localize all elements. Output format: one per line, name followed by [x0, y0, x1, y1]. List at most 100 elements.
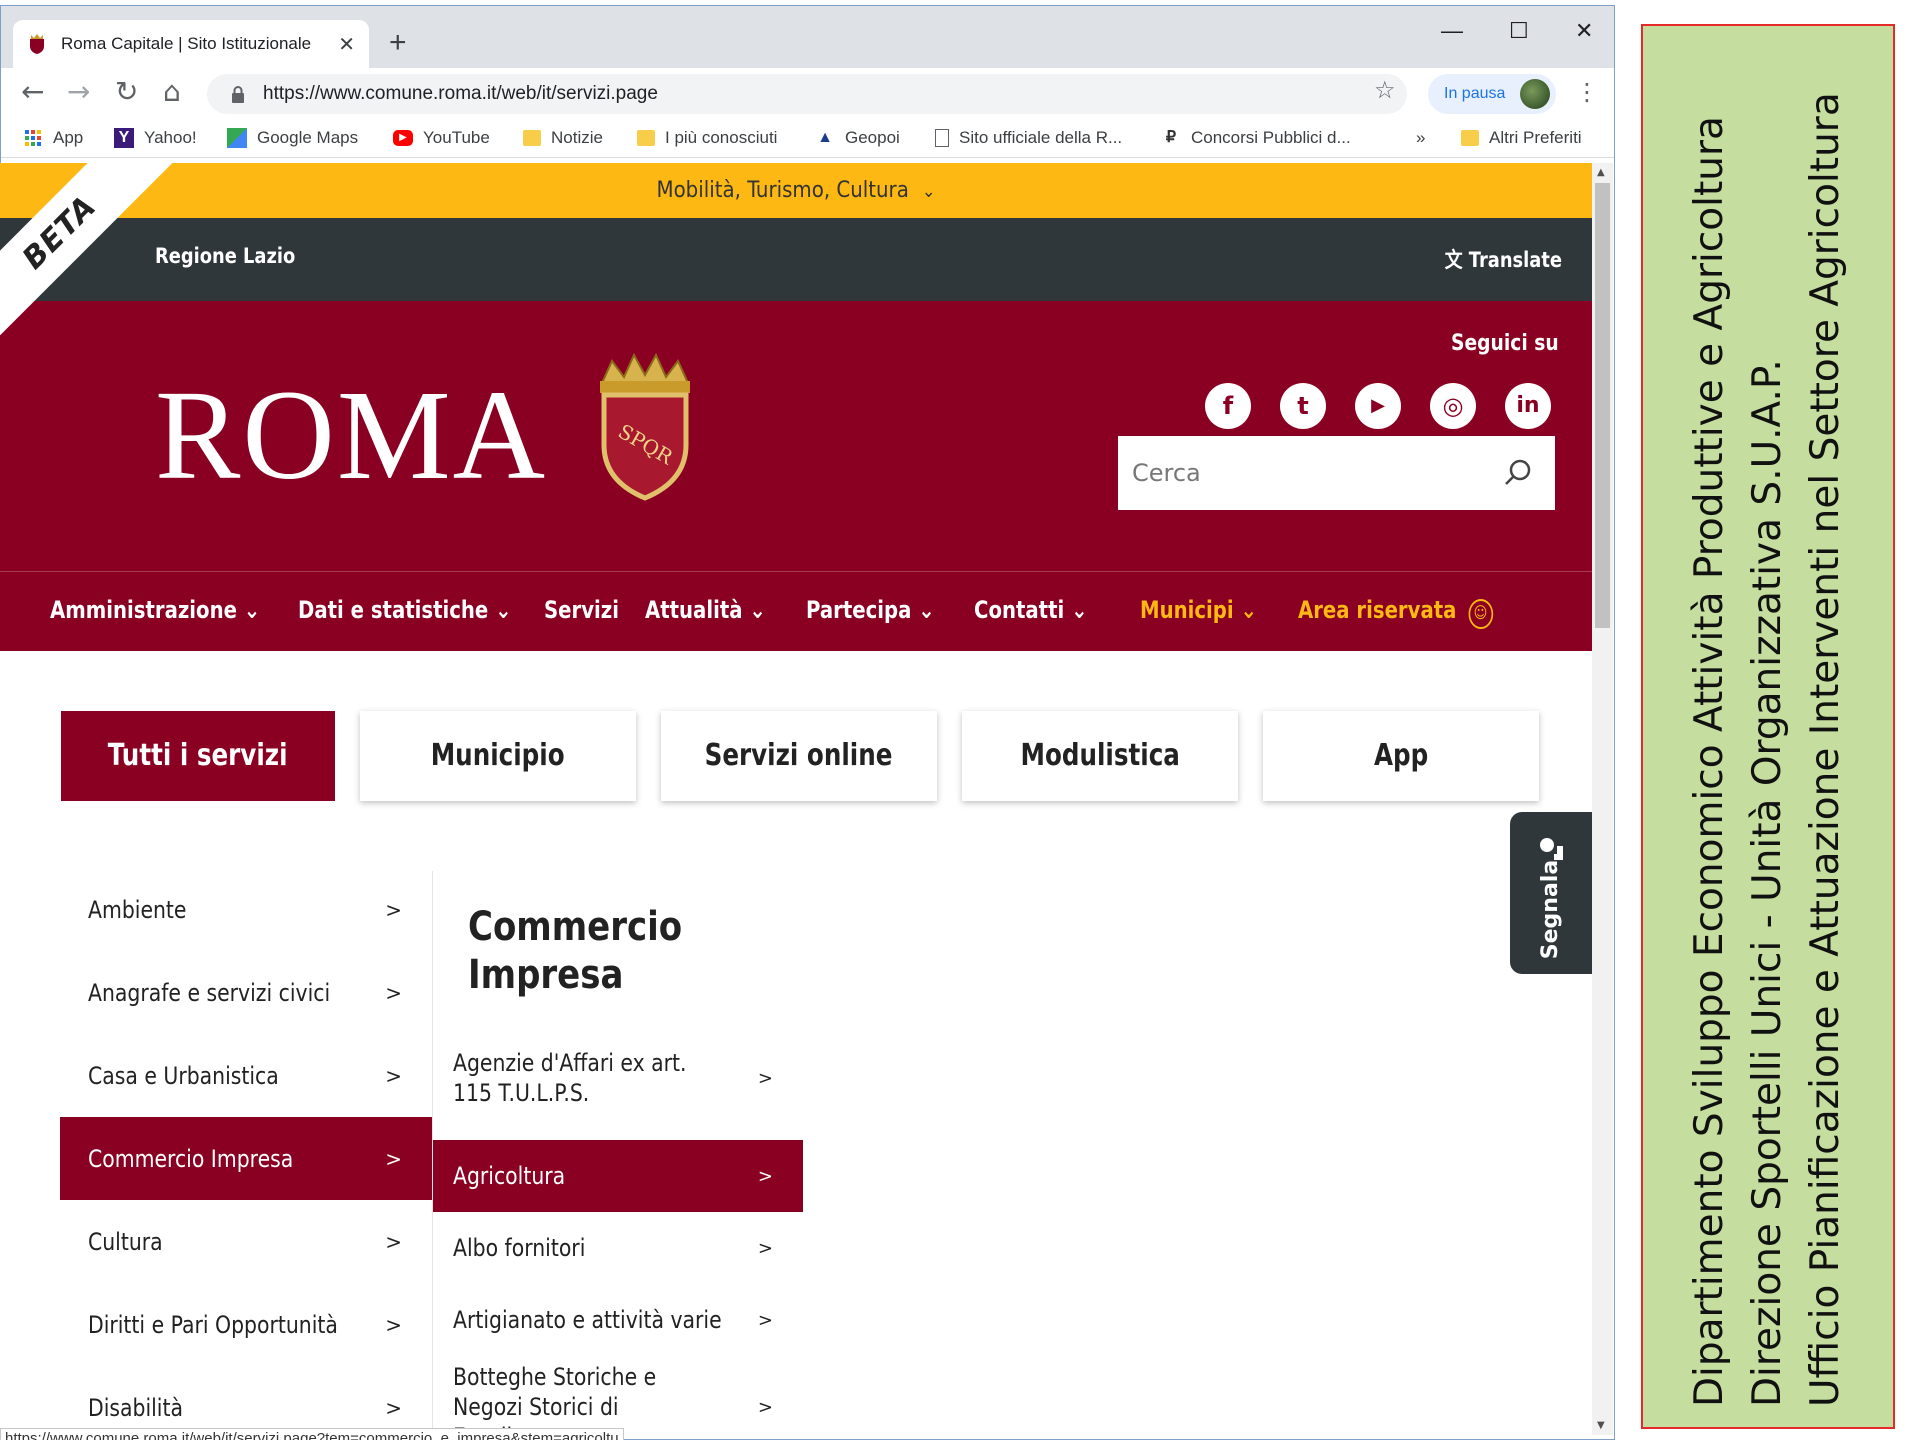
tab-servizi-online[interactable]: Servizi online [661, 711, 937, 801]
category-ambiente[interactable]: Ambiente > [60, 868, 432, 951]
address-bar[interactable]: https://www.comune.roma.it/web/it/serviz… [207, 74, 1407, 114]
chevron-right-icon: > [757, 1237, 773, 1259]
nav-label: Amministrazione [50, 596, 237, 624]
nav-label: Contatti [974, 596, 1065, 624]
follow-label: Seguici su [1451, 331, 1559, 356]
chevron-right-icon: > [757, 1067, 773, 1089]
bookmarks-overflow-button[interactable]: » [1416, 128, 1425, 148]
utility-bar[interactable]: Mobilità, Turismo, Cultura ⌄ [0, 163, 1592, 218]
nav-dati-statistiche[interactable]: Dati e statistiche ⌄ [298, 596, 512, 624]
folder-icon [1461, 130, 1479, 146]
nav-label: Partecipa [806, 596, 912, 624]
page-viewport: BETA Mobilità, Turismo, Cultura ⌄ Region… [0, 163, 1592, 1435]
subcategory-agricoltura[interactable]: Agricoltura > [433, 1140, 803, 1212]
regione-lazio-link[interactable]: Regione Lazio [155, 244, 295, 268]
tab-tutti-servizi[interactable]: Tutti i servizi [61, 711, 335, 801]
bookmark-geopoi[interactable]: ▲ Geopoi [815, 128, 900, 148]
profile-button[interactable]: In pausa [1428, 74, 1556, 114]
category-commercio-impresa[interactable]: Commercio Impresa > [60, 1117, 432, 1200]
user-circle-icon: ☺ [1468, 599, 1493, 629]
search-icon[interactable] [1503, 458, 1533, 488]
concorsi-icon: ₽ [1165, 129, 1177, 146]
nav-partecipa[interactable]: Partecipa ⌄ [806, 596, 935, 624]
browser-tab[interactable]: Roma Capitale | Sito Istituzionale ✕ [13, 20, 369, 68]
subcategory-artigianato[interactable]: Artigianato e attività varie > [433, 1284, 803, 1356]
folder-icon [637, 130, 655, 146]
category-anagrafe[interactable]: Anagrafe e servizi civici > [60, 951, 432, 1034]
bookmark-altri-preferiti[interactable]: Altri Preferiti [1461, 128, 1582, 148]
nav-municipi[interactable]: Municipi ⌄ [1140, 596, 1257, 624]
nav-servizi[interactable]: Servizi [544, 596, 619, 624]
nav-label: Area riservata [1298, 596, 1457, 624]
scroll-up-icon[interactable]: ▲ [1597, 167, 1605, 178]
status-bar-url: https://www.comune.roma.it/web/it/serviz… [0, 1428, 624, 1440]
back-button[interactable]: ← [21, 76, 44, 108]
scroll-thumb[interactable] [1595, 183, 1610, 628]
scroll-down-icon[interactable]: ▼ [1597, 1420, 1605, 1431]
nav-label: Dati e statistiche [298, 596, 489, 624]
translate-label: Translate [1468, 248, 1562, 272]
category-label: Anagrafe e servizi civici [88, 978, 331, 1007]
linkedin-icon[interactable]: in [1505, 383, 1551, 429]
tab-municipio[interactable]: Municipio [360, 711, 636, 801]
category-cultura[interactable]: Cultura > [60, 1200, 432, 1283]
category-disabilita[interactable]: Disabilità > [60, 1366, 432, 1435]
category-casa-urbanistica[interactable]: Casa e Urbanistica > [60, 1034, 432, 1117]
chevron-right-icon: > [385, 1229, 402, 1254]
bookmark-label: Sito ufficiale della R... [959, 128, 1123, 147]
category-diritti[interactable]: Diritti e Pari Opportunità > [60, 1283, 432, 1366]
annotation-text: Dipartimento Sviluppo Economico Attività… [1681, 47, 1855, 1407]
nav-attualita[interactable]: Attualità ⌄ [645, 596, 766, 624]
tab-label: App [1373, 738, 1429, 773]
tab-app[interactable]: App [1263, 711, 1539, 801]
bookmark-piu-conosciuti[interactable]: I più conosciuti [637, 128, 777, 148]
lock-icon [232, 85, 244, 103]
browser-menu-icon[interactable]: ⋮ [1575, 78, 1599, 106]
youtube-icon[interactable]: ▶ [1355, 383, 1401, 429]
bookmark-label: Altri Preferiti [1489, 128, 1582, 147]
search-input[interactable] [1132, 459, 1492, 487]
reload-button[interactable]: ↻ [115, 76, 138, 108]
twitter-icon[interactable]: t [1280, 383, 1326, 429]
minimize-button[interactable]: — [1441, 18, 1463, 44]
bookmark-label: Yahoo! [144, 128, 197, 147]
bookmark-app[interactable]: App [23, 128, 83, 148]
profile-status: In pausa [1444, 85, 1506, 102]
new-tab-button[interactable]: + [389, 28, 407, 58]
bookmark-youtube[interactable]: ▶ YouTube [393, 128, 490, 148]
bookmark-star-icon[interactable]: ☆ [1374, 76, 1396, 104]
nav-amministrazione[interactable]: Amministrazione ⌄ [50, 596, 260, 624]
category-label: Casa e Urbanistica [88, 1061, 279, 1090]
close-window-button[interactable]: ✕ [1575, 18, 1593, 44]
bookmark-sito-ufficiale[interactable]: Sito ufficiale della R... [935, 128, 1122, 148]
tab-close-icon[interactable]: ✕ [338, 32, 355, 56]
category-label: Disabilità [88, 1393, 183, 1422]
annotation-line-direzione: Direzione Sportelli Unici - Unità Organi… [1745, 358, 1790, 1407]
nav-area-riservata[interactable]: Area riservata ☺ [1298, 596, 1493, 629]
chevron-down-icon: ⌄ [495, 596, 512, 624]
subcategory-botteghe-storiche[interactable]: Botteghe Storiche e Negozi Storici di Ec… [433, 1361, 803, 1435]
subcategory-agenzie-affari[interactable]: Agenzie d'Affari ex art. 115 T.U.L.P.S. > [433, 1033, 803, 1123]
chevron-down-icon: ⌄ [1240, 596, 1257, 624]
segnala-button[interactable]: Segnala [1510, 812, 1592, 974]
facebook-icon[interactable]: f [1205, 383, 1251, 429]
maximize-button[interactable]: ☐ [1509, 18, 1529, 44]
bookmark-concorsi[interactable]: ₽ Concorsi Pubblici d... [1161, 128, 1351, 148]
nav-contatti[interactable]: Contatti ⌄ [974, 596, 1088, 624]
site-logo-text[interactable]: ROMA [155, 371, 547, 499]
site-header: ROMA SPQR Seguici su f t ▶ ◎ in [0, 301, 1592, 571]
subcategory-label: Albo fornitori [453, 1234, 586, 1262]
bookmark-yahoo[interactable]: Y Yahoo! [114, 128, 197, 148]
bookmark-google-maps[interactable]: Google Maps [227, 128, 358, 148]
translate-button[interactable]: 文 Translate [1445, 244, 1562, 274]
chevron-double-right-icon: » [1416, 128, 1426, 147]
page-scrollbar[interactable]: ▲ ▼ [1592, 163, 1613, 1435]
home-button[interactable]: ⌂ [163, 76, 181, 108]
chevron-right-icon: > [757, 1165, 773, 1187]
category-label: Diritti e Pari Opportunità [88, 1310, 338, 1339]
bookmark-notizie[interactable]: Notizie [523, 128, 603, 148]
forward-button[interactable]: → [67, 76, 90, 108]
tab-modulistica[interactable]: Modulistica [962, 711, 1238, 801]
instagram-icon[interactable]: ◎ [1430, 383, 1476, 429]
subcategory-albo-fornitori[interactable]: Albo fornitori > [433, 1212, 803, 1284]
